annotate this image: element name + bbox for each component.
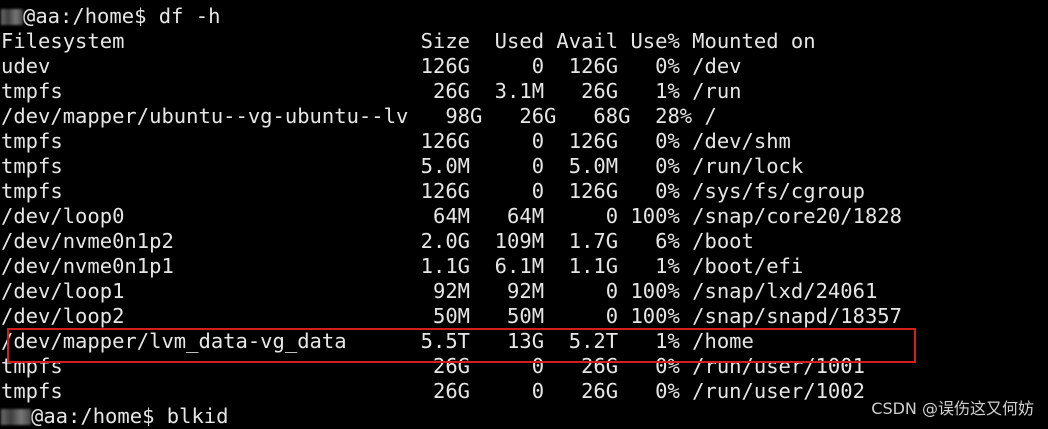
df-row: tmpfs 26G 0 26G 0% /run/user/1002 [1,379,865,403]
df-row: /dev/nvme0n1p2 2.0G 109M 1.7G 6% /boot [1,229,754,253]
prompt-path: :/home$ [60,4,147,28]
redacted-username [1,409,31,425]
prompt-command: blkid [166,404,229,428]
prompt-path: :/home$ [68,404,155,428]
prompt-host: @aa [31,404,69,428]
prompt-host: aa [35,4,61,28]
redacted-username [1,9,23,25]
watermark: CSDN @误伤这又何妨 [871,399,1034,418]
prompt-command: df -h [158,4,221,28]
highlight-box [7,328,916,363]
df-row: tmpfs 126G 0 126G 0% /sys/fs/cgroup [1,179,865,203]
df-row: tmpfs 5.0M 0 5.0M 0% /run/lock [1,154,804,178]
df-row: udev 126G 0 126G 0% /dev [1,54,742,78]
df-header: Filesystem Size Used Avail Use% Mounted … [1,29,816,53]
df-row: /dev/loop2 50M 50M 0 100% /snap/snapd/18… [1,304,902,328]
df-row: tmpfs 26G 3.1M 26G 1% /run [1,79,742,103]
prompt-line-1: @aa:/home$ df -h [1,4,221,29]
df-row: /dev/nvme0n1p1 1.1G 6.1M 1.1G 1% /boot/e… [1,254,804,278]
df-row: /dev/mapper/ubuntu--vg-ubuntu--lv 98G 26… [1,104,717,128]
df-row: /dev/loop0 64M 64M 0 100% /snap/core20/1… [1,204,902,228]
df-row: /dev/loop1 92M 92M 0 100% /snap/lxd/2406… [1,279,878,303]
df-row: tmpfs 126G 0 126G 0% /dev/shm [1,129,791,153]
prompt-line-2: @aa:/home$ blkid [1,404,229,429]
